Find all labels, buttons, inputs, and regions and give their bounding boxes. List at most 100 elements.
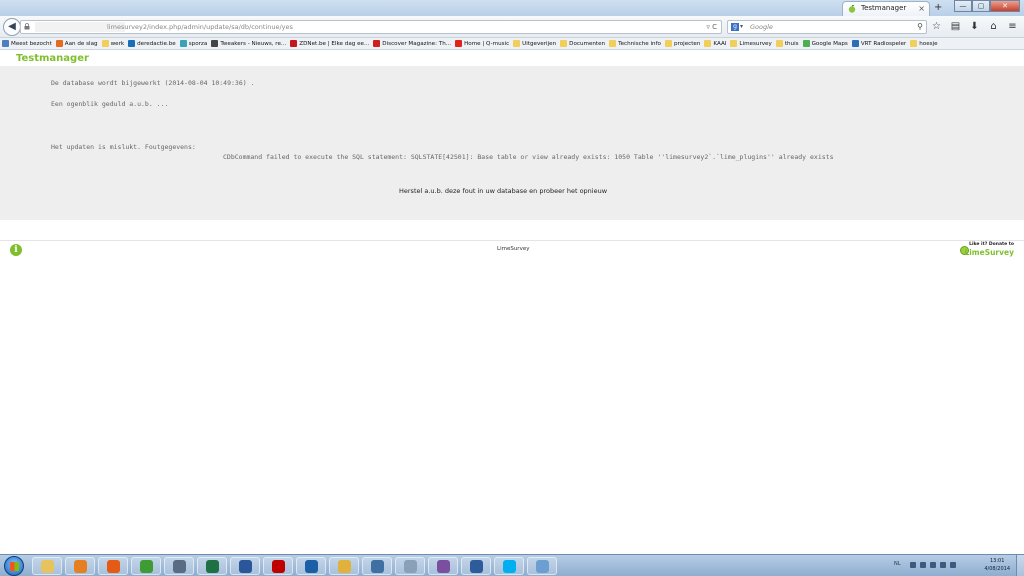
taskbar-item-explorer[interactable] xyxy=(32,557,62,575)
bookmark-icon xyxy=(373,40,381,47)
menu-icon[interactable]: ≡ xyxy=(1006,20,1019,33)
flag-icon[interactable] xyxy=(920,562,926,568)
taskbar-item-excel[interactable] xyxy=(197,557,227,575)
engine-dropdown-icon[interactable]: ▾ xyxy=(740,21,743,33)
taskbar-item-virtualbox[interactable] xyxy=(296,557,326,575)
minimize-button[interactable]: — xyxy=(954,0,972,12)
word-icon xyxy=(239,560,252,573)
maximize-button[interactable]: ▢ xyxy=(972,0,990,12)
bookmark-label: Meest bezocht xyxy=(11,40,52,47)
bookmark-icon xyxy=(775,40,783,47)
bookmark-item[interactable]: Tweakers - Nieuws, re... xyxy=(211,40,286,47)
bookmark-item[interactable]: ZDNet.be | Elke dag ee... xyxy=(290,40,369,47)
bookmark-icon xyxy=(101,40,109,47)
bookmark-icon xyxy=(560,40,568,47)
bookmark-icon xyxy=(851,40,859,47)
bookmark-label: projecten xyxy=(673,40,701,47)
bookmark-item[interactable]: Google Maps xyxy=(802,40,848,47)
bookmark-icon xyxy=(128,40,136,47)
bookmark-icon xyxy=(802,40,810,47)
downloads-icon[interactable]: ⬇ xyxy=(968,20,981,33)
search-input[interactable]: g ▾ Google ⚲ xyxy=(727,20,927,34)
taskbar-item-thunderbird[interactable] xyxy=(461,557,491,575)
language-indicator[interactable]: NL xyxy=(894,561,901,567)
search-placeholder: Google xyxy=(750,23,773,31)
bookmark-item[interactable]: Discover Magazine: Th... xyxy=(373,40,451,47)
bookmark-item[interactable]: Aan de slag xyxy=(55,40,98,47)
start-button[interactable] xyxy=(4,556,24,576)
bookmark-icon xyxy=(513,40,521,47)
taskbar-item-word[interactable] xyxy=(230,557,260,575)
tab-title: Testmanager xyxy=(861,4,907,12)
update-message-panel: De database wordt bijgewerkt (2014-08-04… xyxy=(0,66,1024,220)
bookmark-label: Aan de slag xyxy=(64,40,98,47)
bookmark-item[interactable]: Technische info xyxy=(609,40,661,47)
bookmark-item[interactable]: projecten xyxy=(664,40,701,47)
address-bar[interactable]: limesurvey2/index.php/admin/update/sa/db… xyxy=(20,20,722,34)
donate-button[interactable]: Like it? Donate to LimeSurvey xyxy=(958,242,1018,258)
bookmarks-toolbar: Meest bezocht Aan de slag werk deredactie.b… xyxy=(0,38,1024,50)
bookmark-item[interactable]: Documenten xyxy=(560,40,605,47)
clock[interactable]: 13:01 4/08/2014 xyxy=(984,557,1010,573)
bookmark-item[interactable]: sporza xyxy=(179,40,207,47)
close-window-button[interactable]: ✕ xyxy=(990,0,1020,12)
bookmark-item[interactable]: VRT Radiospeler xyxy=(851,40,907,47)
bookmark-icon xyxy=(55,40,63,47)
lock-icon xyxy=(24,23,30,30)
bookmark-item[interactable]: werk xyxy=(101,40,124,47)
bookmark-item[interactable]: Limesurvey xyxy=(730,40,772,47)
bookmark-item[interactable]: Home | Q-music xyxy=(455,40,509,47)
taskbar-item-chrome[interactable] xyxy=(131,557,161,575)
taskbar-item-skype[interactable] xyxy=(494,557,524,575)
footer-divider xyxy=(0,240,1024,241)
bookmark-label: VRT Radiospeler xyxy=(860,40,907,47)
bookmark-item[interactable]: hoesje xyxy=(910,40,938,47)
tab-close-icon[interactable]: × xyxy=(918,2,925,15)
bookmark-item[interactable]: Uitgeverijen xyxy=(513,40,556,47)
bookmark-label: Tweakers - Nieuws, re... xyxy=(220,40,287,47)
info-icon[interactable]: i xyxy=(10,244,22,256)
bookmark-icon xyxy=(2,40,9,47)
taskbar-item-media[interactable] xyxy=(428,557,458,575)
bookmark-label: thuis xyxy=(784,40,799,47)
clock-time: 13:01 xyxy=(989,558,1005,564)
taskbar-item-notepad[interactable] xyxy=(164,557,194,575)
firefox-icon xyxy=(107,560,120,573)
network-icon[interactable] xyxy=(930,562,936,568)
app-tray-icon[interactable] xyxy=(950,562,956,568)
home-icon[interactable]: ⌂ xyxy=(987,20,1000,33)
bookmark-item[interactable]: thuis xyxy=(775,40,799,47)
taskbar-item-network[interactable] xyxy=(362,557,392,575)
bookmark-label: Discover Magazine: Th... xyxy=(382,40,452,47)
error-details-text: CDbCommand failed to execute the SQL sta… xyxy=(223,153,834,161)
bookmarks-menu-icon[interactable]: ▤ xyxy=(949,20,962,33)
bookmark-icon xyxy=(664,40,672,47)
taskbar-item-media-player[interactable] xyxy=(65,557,95,575)
bookmark-label: Limesurvey xyxy=(739,40,772,47)
taskbar-item-folder[interactable] xyxy=(329,557,359,575)
reload-icon[interactable]: ▿ C xyxy=(706,21,717,33)
new-tab-button[interactable]: + xyxy=(934,2,942,13)
taskbar-item-filezilla[interactable] xyxy=(263,557,293,575)
bookmark-item[interactable]: Meest bezocht xyxy=(2,40,52,47)
bookmark-icon xyxy=(211,40,219,47)
taskbar-item-app[interactable] xyxy=(527,557,557,575)
volume-icon[interactable] xyxy=(940,562,946,568)
google-icon[interactable]: g xyxy=(731,23,739,31)
footer-limesurvey-link[interactable]: LimeSurvey xyxy=(497,246,529,252)
bookmark-item[interactable]: deredactie.be xyxy=(128,40,176,47)
tray-arrow-icon[interactable] xyxy=(910,562,916,568)
bookmark-label: hoesje xyxy=(919,40,938,47)
app-title[interactable]: Testmanager xyxy=(16,53,89,64)
tab-testmanager[interactable]: Testmanager × xyxy=(842,1,930,16)
search-icon[interactable]: ⚲ xyxy=(917,21,923,33)
show-desktop-button[interactable] xyxy=(1016,555,1024,576)
bookmark-star-icon[interactable]: ☆ xyxy=(930,20,943,33)
filezilla-icon xyxy=(272,560,285,573)
back-button[interactable]: ◀ xyxy=(3,18,21,36)
bookmark-item[interactable]: KAAI xyxy=(704,40,726,47)
network-icon xyxy=(371,560,384,573)
fix-instruction-text: Herstel a.u.b. deze fout in uw database … xyxy=(399,187,608,195)
taskbar-item-calculator[interactable] xyxy=(395,557,425,575)
taskbar-item-firefox[interactable] xyxy=(98,557,128,575)
